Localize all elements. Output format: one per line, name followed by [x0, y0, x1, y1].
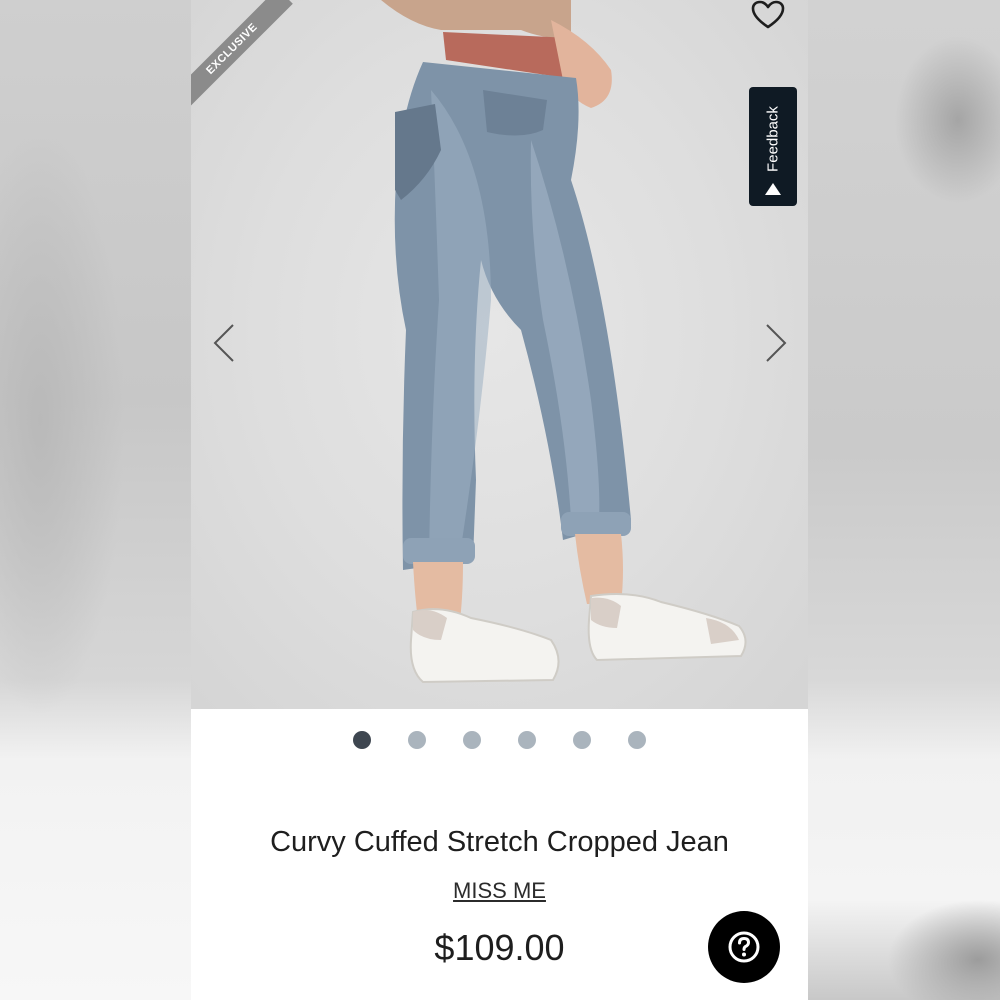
product-page: EXCLUSIVE Feedback Curvy Cuffed Stretch … [191, 0, 808, 1000]
blurred-background-left [0, 0, 191, 1000]
carousel-dot-1[interactable] [353, 731, 371, 749]
carousel-dot-5[interactable] [573, 731, 591, 749]
product-image[interactable]: EXCLUSIVE Feedback [191, 0, 808, 709]
carousel-dot-2[interactable] [408, 731, 426, 749]
wishlist-button[interactable] [751, 0, 797, 38]
carousel-dot-3[interactable] [463, 731, 481, 749]
blurred-background-right [808, 0, 1000, 1000]
product-photo [381, 0, 747, 684]
chevron-right-icon [766, 324, 787, 362]
previous-image-button[interactable] [205, 322, 245, 364]
carousel-pagination [191, 730, 808, 750]
triangle-up-icon [765, 183, 781, 195]
product-title: Curvy Cuffed Stretch Cropped Jean [270, 826, 729, 858]
brand-link[interactable]: MISS ME [191, 878, 808, 904]
carousel-dot-4[interactable] [518, 731, 536, 749]
feedback-tab[interactable]: Feedback [749, 87, 797, 206]
question-mark-icon [728, 931, 760, 963]
feedback-label: Feedback [764, 106, 782, 172]
heart-outline-icon [751, 0, 785, 29]
carousel-dot-6[interactable] [628, 731, 646, 749]
chevron-left-icon [213, 324, 234, 362]
next-image-button[interactable] [757, 322, 797, 364]
help-button[interactable] [708, 911, 780, 983]
